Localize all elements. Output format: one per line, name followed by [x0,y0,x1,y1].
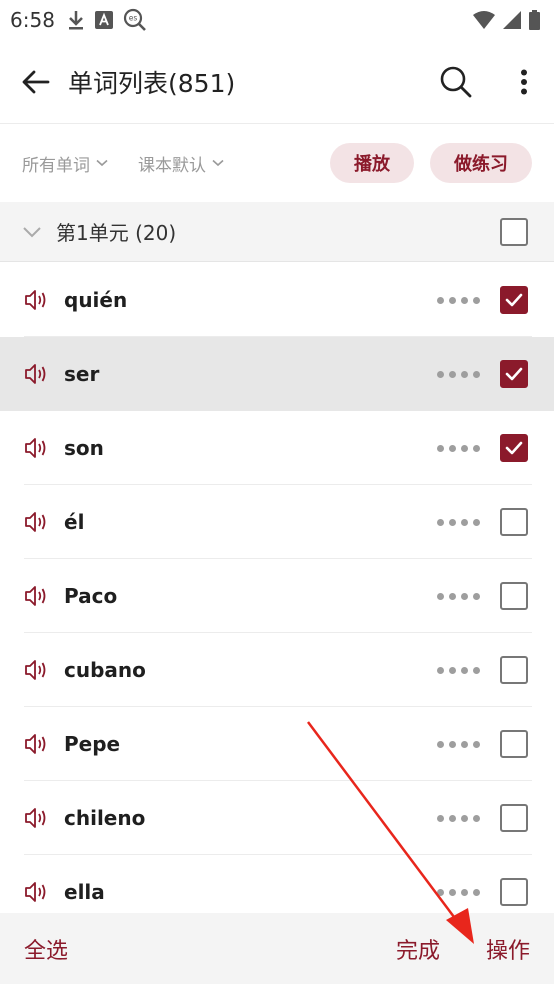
word-checkbox[interactable] [500,508,528,536]
es-label: es [129,14,138,23]
chevron-down-icon [96,159,108,167]
done-button[interactable]: 完成 [396,933,440,965]
word-checkbox[interactable] [500,582,528,610]
word-text: cubano [64,658,146,682]
word-checkbox[interactable] [500,656,528,684]
speaker-icon [25,734,46,754]
word-row[interactable]: quién [0,263,554,337]
word-text: Pepe [64,732,121,756]
speaker-button[interactable] [24,509,50,535]
font-a-icon [94,11,113,29]
check-icon [505,293,523,307]
unit-title: 第1单元 (20) [56,221,177,245]
word-row[interactable]: Paco [0,559,554,633]
practice-button[interactable]: 做练习 [430,143,532,183]
speaker-icon [25,512,46,532]
word-checkbox[interactable] [500,878,528,906]
speaker-icon [25,364,46,384]
word-row[interactable]: Pepe [0,707,554,781]
speaker-icon [25,438,46,458]
word-text: él [64,510,85,534]
operate-button[interactable]: 操作 [486,933,530,965]
speaker-button[interactable] [24,287,50,313]
word-checkbox[interactable] [500,286,528,314]
signal-icon [503,11,521,29]
search-icon [440,66,472,97]
filter-bar: 所有单词 课本默认 播放 做练习 [0,124,554,202]
status-time: 6:58 [10,8,55,32]
unit-header[interactable]: 第1单元 (20) [0,202,554,262]
word-text: ser [64,362,100,386]
speaker-button[interactable] [24,583,50,609]
word-row[interactable]: él [0,485,554,559]
search-button[interactable] [436,62,476,102]
chevron-down-icon[interactable] [22,226,42,238]
mastery-dots [437,370,480,378]
more-options-button[interactable] [512,62,536,102]
more-vertical-icon [521,69,527,94]
word-checkbox[interactable] [500,434,528,462]
mastery-dots [437,814,480,822]
mastery-dots [437,740,480,748]
speaker-icon [25,808,46,828]
mastery-dots [437,888,480,896]
page-title: 单词列表(851) [68,68,236,98]
speaker-button[interactable] [24,879,50,905]
word-text: Paco [64,584,118,608]
mastery-dots [437,666,480,674]
download-icon [68,11,83,30]
speaker-icon [25,290,46,310]
word-text: chileno [64,806,146,830]
status-left: 6:58 es [10,8,147,32]
speaker-icon [25,586,46,606]
bottom-action-bar: 全选 完成 操作 [0,913,554,984]
mastery-dots [437,518,480,526]
word-row[interactable]: ser [0,337,554,411]
all-words-filter[interactable]: 所有单词 [22,151,108,176]
textbook-default-filter[interactable]: 课本默认 [138,151,224,176]
speaker-icon [25,882,46,902]
speaker-button[interactable] [24,361,50,387]
speaker-button[interactable] [24,805,50,831]
select-all-button[interactable]: 全选 [24,933,68,965]
play-button[interactable]: 播放 [330,143,414,183]
word-checkbox[interactable] [500,730,528,758]
search-es-icon: es [123,8,146,31]
word-row[interactable]: son [0,411,554,485]
word-text: ella [64,880,105,904]
back-button[interactable] [18,64,54,100]
word-list: quién ser son él Paco cubano Pepe chilen… [0,263,554,929]
textbook-default-filter-label: 课本默认 [138,155,206,176]
speaker-button[interactable] [24,657,50,683]
back-arrow-icon [22,70,50,93]
wifi-icon [473,11,495,29]
all-words-filter-label: 所有单词 [22,155,90,176]
mastery-dots [437,444,480,452]
chevron-down-icon [212,159,224,167]
word-row[interactable]: cubano [0,633,554,707]
battery-icon [529,10,540,30]
status-bar: 6:58 es [0,0,554,40]
status-right [473,10,540,30]
check-icon [505,441,523,455]
speaker-icon [25,660,46,680]
word-text: son [64,436,104,460]
speaker-button[interactable] [24,731,50,757]
word-text: quién [64,288,128,312]
check-icon [505,367,523,381]
word-checkbox[interactable] [500,804,528,832]
word-checkbox[interactable] [500,360,528,388]
word-row[interactable]: chileno [0,781,554,855]
app-bar: 单词列表(851) [0,40,554,124]
unit-checkbox[interactable] [500,217,528,246]
status-notification-icons: es [67,8,147,32]
speaker-button[interactable] [24,435,50,461]
mastery-dots [437,296,480,304]
mastery-dots [437,592,480,600]
